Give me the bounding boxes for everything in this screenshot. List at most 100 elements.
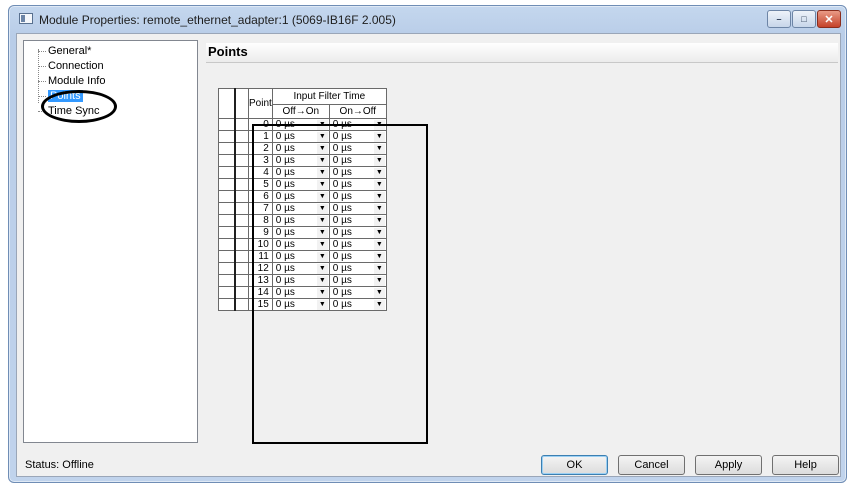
- dropdown-arrow-icon[interactable]: ▼: [373, 203, 385, 214]
- off-on-filter-select[interactable]: 0 µs ▼: [271, 130, 330, 143]
- combo-box[interactable]: 0 µs ▼: [273, 191, 329, 202]
- row-header-cell[interactable]: [218, 130, 236, 143]
- combo-box[interactable]: 0 µs ▼: [330, 299, 386, 310]
- row-header-cell[interactable]: [218, 166, 236, 179]
- off-on-filter-select[interactable]: 0 µs ▼: [271, 142, 330, 155]
- combo-box[interactable]: 0 µs ▼: [330, 227, 386, 238]
- dropdown-arrow-icon[interactable]: ▼: [373, 179, 385, 190]
- on-off-filter-select[interactable]: 0 µs ▼: [328, 286, 387, 299]
- on-off-filter-select[interactable]: 0 µs ▼: [328, 226, 387, 239]
- combo-box[interactable]: 0 µs ▼: [330, 287, 386, 298]
- dropdown-arrow-icon[interactable]: ▼: [373, 167, 385, 178]
- combo-box[interactable]: 0 µs ▼: [273, 263, 329, 274]
- combo-box[interactable]: 0 µs ▼: [330, 215, 386, 226]
- combo-box[interactable]: 0 µs ▼: [330, 179, 386, 190]
- row-header-cell[interactable]: [218, 202, 236, 215]
- row-header-cell[interactable]: [218, 274, 236, 287]
- dropdown-arrow-icon[interactable]: ▼: [373, 119, 385, 130]
- dropdown-arrow-icon[interactable]: ▼: [373, 275, 385, 286]
- dropdown-arrow-icon[interactable]: ▼: [316, 203, 328, 214]
- cancel-button[interactable]: Cancel: [618, 455, 685, 475]
- combo-box[interactable]: 0 µs ▼: [273, 215, 329, 226]
- dropdown-arrow-icon[interactable]: ▼: [316, 275, 328, 286]
- on-off-filter-select[interactable]: 0 µs ▼: [328, 142, 387, 155]
- help-button[interactable]: Help: [772, 455, 839, 475]
- row-header-cell[interactable]: [218, 238, 236, 251]
- tree-item-module-info[interactable]: Module Info: [38, 75, 105, 88]
- combo-box[interactable]: 0 µs ▼: [273, 155, 329, 166]
- off-on-filter-select[interactable]: 0 µs ▼: [271, 262, 330, 275]
- maximize-button[interactable]: □: [792, 10, 816, 28]
- off-on-filter-select[interactable]: 0 µs ▼: [271, 118, 330, 131]
- dropdown-arrow-icon[interactable]: ▼: [373, 143, 385, 154]
- combo-box[interactable]: 0 µs ▼: [273, 239, 329, 250]
- dropdown-arrow-icon[interactable]: ▼: [373, 239, 385, 250]
- off-on-filter-select[interactable]: 0 µs ▼: [271, 250, 330, 263]
- row-header-cell[interactable]: [218, 154, 236, 167]
- on-off-filter-select[interactable]: 0 µs ▼: [328, 202, 387, 215]
- minimize-button[interactable]: –: [767, 10, 791, 28]
- combo-box[interactable]: 0 µs ▼: [273, 119, 329, 130]
- dropdown-arrow-icon[interactable]: ▼: [316, 287, 328, 298]
- off-on-filter-select[interactable]: 0 µs ▼: [271, 214, 330, 227]
- on-off-filter-select[interactable]: 0 µs ▼: [328, 250, 387, 263]
- dropdown-arrow-icon[interactable]: ▼: [316, 215, 328, 226]
- row-header-cell[interactable]: [218, 142, 236, 155]
- title-bar[interactable]: Module Properties: remote_ethernet_adapt…: [9, 6, 846, 32]
- dropdown-arrow-icon[interactable]: ▼: [316, 167, 328, 178]
- combo-box[interactable]: 0 µs ▼: [330, 275, 386, 286]
- off-on-filter-select[interactable]: 0 µs ▼: [271, 286, 330, 299]
- category-tree[interactable]: General* Connection Module Info Points T…: [23, 40, 198, 443]
- row-header-cell[interactable]: [218, 190, 236, 203]
- off-on-filter-select[interactable]: 0 µs ▼: [271, 178, 330, 191]
- dropdown-arrow-icon[interactable]: ▼: [316, 251, 328, 262]
- combo-box[interactable]: 0 µs ▼: [330, 251, 386, 262]
- off-on-filter-select[interactable]: 0 µs ▼: [271, 154, 330, 167]
- on-off-filter-select[interactable]: 0 µs ▼: [328, 178, 387, 191]
- dropdown-arrow-icon[interactable]: ▼: [373, 215, 385, 226]
- dropdown-arrow-icon[interactable]: ▼: [316, 155, 328, 166]
- row-header-cell[interactable]: [218, 262, 236, 275]
- combo-box[interactable]: 0 µs ▼: [330, 191, 386, 202]
- combo-box[interactable]: 0 µs ▼: [273, 299, 329, 310]
- combo-box[interactable]: 0 µs ▼: [273, 143, 329, 154]
- combo-box[interactable]: 0 µs ▼: [273, 275, 329, 286]
- combo-box[interactable]: 0 µs ▼: [330, 143, 386, 154]
- combo-box[interactable]: 0 µs ▼: [330, 155, 386, 166]
- combo-box[interactable]: 0 µs ▼: [273, 227, 329, 238]
- combo-box[interactable]: 0 µs ▼: [273, 167, 329, 178]
- on-off-filter-select[interactable]: 0 µs ▼: [328, 166, 387, 179]
- dropdown-arrow-icon[interactable]: ▼: [316, 263, 328, 274]
- combo-box[interactable]: 0 µs ▼: [330, 131, 386, 142]
- row-header-cell[interactable]: [218, 250, 236, 263]
- ok-button[interactable]: OK: [541, 455, 608, 475]
- off-on-filter-select[interactable]: 0 µs ▼: [271, 202, 330, 215]
- dropdown-arrow-icon[interactable]: ▼: [373, 251, 385, 262]
- close-button[interactable]: ✕: [817, 10, 841, 28]
- off-on-filter-select[interactable]: 0 µs ▼: [271, 238, 330, 251]
- combo-box[interactable]: 0 µs ▼: [273, 179, 329, 190]
- row-header-cell[interactable]: [218, 298, 236, 311]
- combo-box[interactable]: 0 µs ▼: [330, 239, 386, 250]
- dropdown-arrow-icon[interactable]: ▼: [373, 287, 385, 298]
- combo-box[interactable]: 0 µs ▼: [330, 203, 386, 214]
- off-on-filter-select[interactable]: 0 µs ▼: [271, 190, 330, 203]
- dropdown-arrow-icon[interactable]: ▼: [316, 119, 328, 130]
- dropdown-arrow-icon[interactable]: ▼: [373, 299, 385, 310]
- on-off-filter-select[interactable]: 0 µs ▼: [328, 238, 387, 251]
- off-on-filter-select[interactable]: 0 µs ▼: [271, 274, 330, 287]
- on-off-filter-select[interactable]: 0 µs ▼: [328, 262, 387, 275]
- dropdown-arrow-icon[interactable]: ▼: [316, 179, 328, 190]
- tree-item-general[interactable]: General*: [38, 45, 91, 58]
- dropdown-arrow-icon[interactable]: ▼: [316, 239, 328, 250]
- on-off-filter-select[interactable]: 0 µs ▼: [328, 118, 387, 131]
- off-on-filter-select[interactable]: 0 µs ▼: [271, 226, 330, 239]
- dropdown-arrow-icon[interactable]: ▼: [316, 191, 328, 202]
- off-on-filter-select[interactable]: 0 µs ▼: [271, 166, 330, 179]
- combo-box[interactable]: 0 µs ▼: [273, 287, 329, 298]
- row-header-cell[interactable]: [218, 178, 236, 191]
- on-off-filter-select[interactable]: 0 µs ▼: [328, 214, 387, 227]
- dropdown-arrow-icon[interactable]: ▼: [373, 191, 385, 202]
- on-off-filter-select[interactable]: 0 µs ▼: [328, 130, 387, 143]
- row-header-cell[interactable]: [218, 286, 236, 299]
